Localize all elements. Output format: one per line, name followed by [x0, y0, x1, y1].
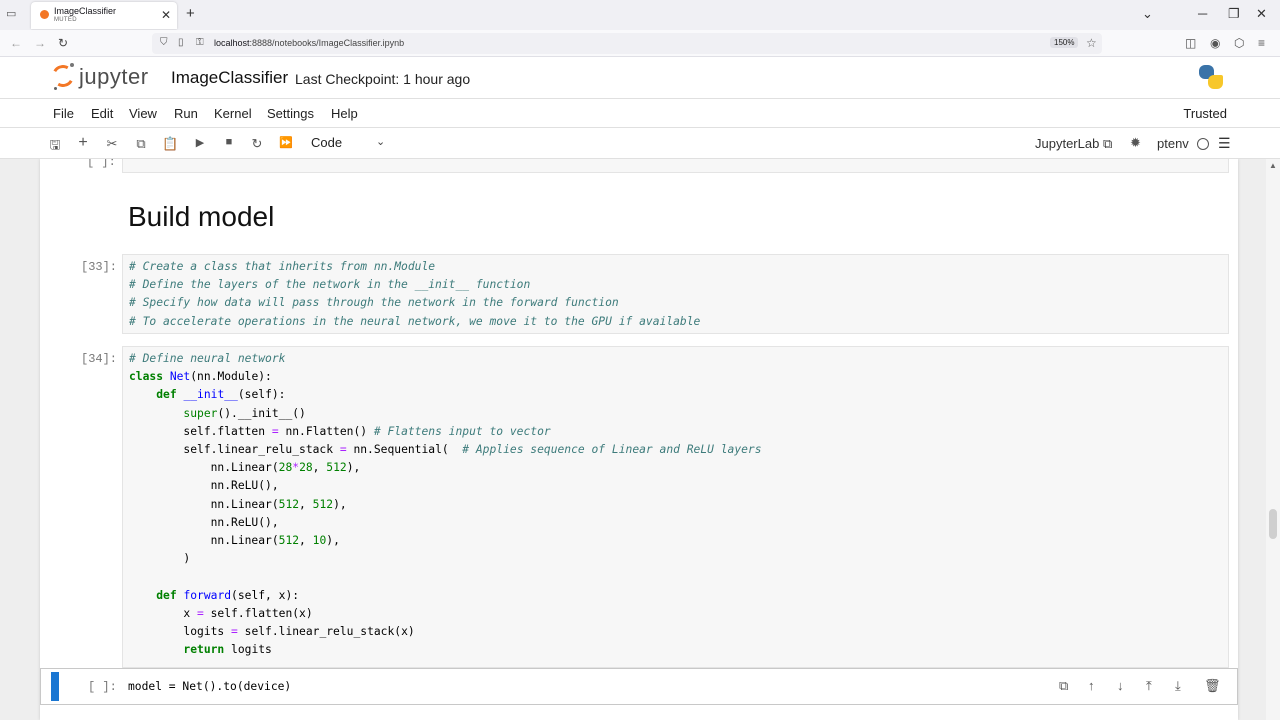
extensions-icon[interactable]: ⬡	[1234, 36, 1244, 50]
notebook-toolbar: 🖫 + ✂ ⧉ 📋 ▶ ■ ↻ ⏩ Code ⌄ JupyterLab ⧉ ✹ …	[0, 128, 1280, 159]
menu-help[interactable]: Help	[331, 106, 358, 121]
menu-view[interactable]: View	[129, 106, 157, 121]
delete-cell-icon[interactable]: 🗑	[1204, 678, 1221, 694]
menubar: File Edit View Run Kernel Settings Help …	[0, 99, 1280, 128]
markdown-heading: Build model	[128, 201, 275, 232]
kernel-name[interactable]: ptenv	[1157, 136, 1189, 151]
cell-prompt: [ ]:	[87, 159, 116, 169]
empty-code-cell[interactable]	[122, 159, 1229, 173]
restore-icon[interactable]: ❐	[1228, 6, 1240, 22]
window-close-icon[interactable]: ✕	[1256, 6, 1267, 22]
move-up-icon[interactable]: ↑	[1088, 678, 1095, 693]
cell-prompt: [ ]:	[88, 680, 117, 694]
menu-file[interactable]: File	[53, 106, 74, 121]
stop-icon[interactable]: ■	[221, 136, 237, 148]
duplicate-cell-icon[interactable]: ⧉	[1059, 678, 1068, 694]
scissors-icon[interactable]: ✂	[104, 136, 120, 152]
reload-icon[interactable]: ↻	[58, 36, 68, 50]
copy-icon[interactable]: ⧉	[133, 136, 149, 152]
move-down-icon[interactable]: ↓	[1117, 678, 1124, 693]
code-cell-34[interactable]: # Define neural network class Net(nn.Mod…	[122, 346, 1229, 668]
shield-icon[interactable]: ⛉	[160, 37, 168, 48]
code-editor[interactable]: # Create a class that inherits from nn.M…	[129, 258, 700, 331]
url-bar[interactable]: ⛉ ▯ ⚿ localhost:8888/notebooks/ImageClas…	[152, 33, 1102, 54]
jupyter-logo[interactable]: jupyter	[49, 62, 162, 93]
last-checkpoint: Last Checkpoint: 1 hour ago	[295, 71, 471, 87]
play-icon[interactable]: ▶	[192, 136, 208, 149]
notebook-sheet: [ ]: Build model [33]: # Create a class …	[40, 159, 1238, 720]
menu-edit[interactable]: Edit	[91, 106, 113, 121]
external-link-icon: ⧉	[1102, 136, 1113, 151]
kernel-status-icon	[1197, 138, 1209, 150]
insert-above-icon[interactable]: ⤒	[1146, 678, 1152, 694]
code-cell-33[interactable]: # Create a class that inherits from nn.M…	[122, 254, 1229, 334]
jupyter-favicon-icon	[40, 10, 49, 19]
menu-icon[interactable]: ☰	[1218, 135, 1231, 152]
page-icon[interactable]: ▯	[178, 37, 184, 48]
close-tab-icon[interactable]: ✕	[161, 8, 171, 22]
permissions-icon[interactable]: ⚿	[196, 37, 204, 48]
menu-run[interactable]: Run	[174, 106, 198, 121]
account-icon[interactable]: ◉	[1210, 36, 1220, 50]
scrollbar-thumb[interactable]	[1269, 509, 1277, 539]
tab-overflow-chevron-icon[interactable]: ⌄	[1142, 6, 1153, 22]
trusted-indicator[interactable]: Trusted	[1183, 106, 1227, 121]
minimize-icon[interactable]: ─	[1198, 6, 1207, 21]
cell-prompt: [34]:	[81, 352, 118, 366]
scroll-up-icon[interactable]: ▲	[1269, 161, 1277, 170]
notebook-title[interactable]: ImageClassifier	[171, 68, 288, 88]
bookmark-star-icon[interactable]: ☆	[1086, 36, 1097, 50]
paste-icon[interactable]: 📋	[162, 136, 178, 152]
browser-tab[interactable]: ImageClassifier MUTED ✕	[31, 2, 177, 29]
url-text[interactable]: localhost:8888/notebooks/ImageClassifier…	[214, 38, 404, 48]
notebook-area: [ ]: Build model [33]: # Create a class …	[0, 159, 1280, 720]
back-icon[interactable]: ←	[10, 36, 22, 50]
browser-menu-icon[interactable]: ≡	[1258, 36, 1265, 50]
tab-title: ImageClassifier	[54, 6, 117, 16]
menu-kernel[interactable]: Kernel	[214, 106, 252, 121]
cell-type-select[interactable]: Code ⌄	[311, 135, 391, 150]
pocket-icon[interactable]: ◫	[1185, 36, 1196, 50]
debugger-bug-icon[interactable]: ✹	[1130, 135, 1141, 151]
forward-icon[interactable]: →	[34, 36, 46, 50]
cell-prompt: [33]:	[81, 260, 118, 274]
open-jupyterlab-link[interactable]: JupyterLab ⧉	[1035, 136, 1112, 152]
chevron-down-icon: ⌄	[376, 136, 386, 148]
notebook-scrollbar[interactable]: ▲	[1266, 159, 1280, 720]
code-editor[interactable]: model = Net().to(device)	[128, 678, 291, 696]
plus-icon[interactable]: +	[75, 134, 91, 152]
new-tab-icon[interactable]: +	[186, 5, 195, 22]
browser-nav-bar: ← → ↻ ⛉ ▯ ⚿ localhost:8888/notebooks/Ima…	[0, 30, 1280, 57]
python-logo-icon	[1199, 65, 1223, 89]
fast-forward-icon[interactable]: ⏩	[278, 136, 294, 149]
tab-list-icon[interactable]: ▭	[6, 7, 20, 21]
browser-tab-strip: ▭ ImageClassifier MUTED ✕ + ⌄ ─ ❐ ✕	[0, 0, 1280, 30]
jupyter-header: jupyter ImageClassifier Last Checkpoint:…	[0, 57, 1280, 99]
tab-muted-label: MUTED	[54, 17, 77, 23]
menu-settings[interactable]: Settings	[267, 106, 314, 121]
insert-below-icon[interactable]: ⤓	[1175, 678, 1181, 694]
save-icon[interactable]: 🖫	[47, 136, 63, 158]
refresh-icon[interactable]: ↻	[249, 136, 265, 152]
active-code-cell[interactable]: [ ]: model = Net().to(device) ⧉ ↑ ↓ ⤒ ⤓ …	[40, 668, 1238, 705]
zoom-level[interactable]: 150%	[1050, 37, 1079, 48]
cell-selection-bar	[51, 672, 59, 701]
code-editor[interactable]: # Define neural network class Net(nn.Mod…	[129, 350, 762, 659]
